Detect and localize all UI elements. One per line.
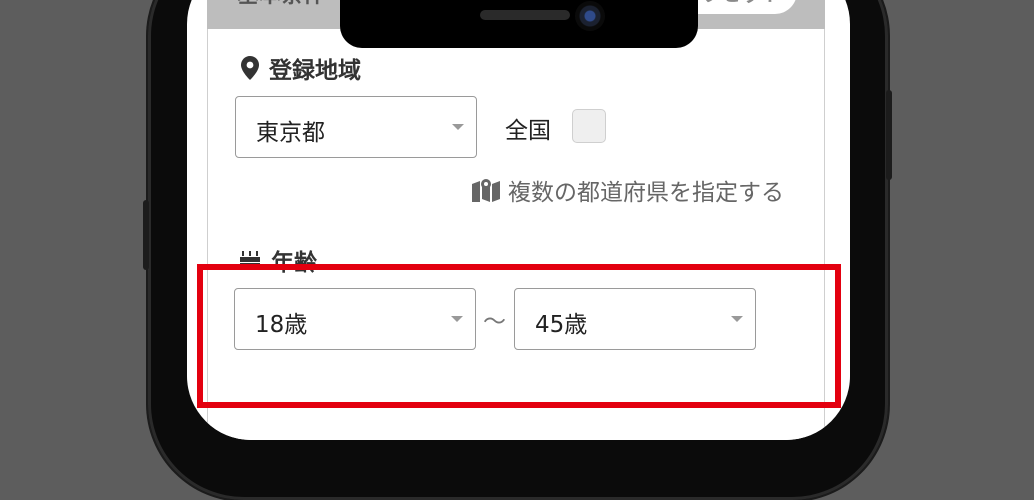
region-section-label: 登録地域 xyxy=(241,51,361,85)
region-label-text: 登録地域 xyxy=(269,58,361,84)
section-header-title: 基本条件 xyxy=(237,0,325,9)
prefecture-select-value: 東京都 xyxy=(256,120,325,146)
map-icon xyxy=(472,179,500,202)
reset-button-label: リセット xyxy=(699,0,783,8)
prefecture-select[interactable]: 東京都 xyxy=(235,96,477,158)
phone-notch xyxy=(340,0,698,48)
age-highlight-box xyxy=(197,264,841,408)
phone-side-button-right xyxy=(886,90,892,180)
multi-prefecture-link[interactable]: 複数の都道府県を指定する xyxy=(472,173,784,207)
chevron-down-icon xyxy=(452,124,464,130)
camera-icon xyxy=(575,1,605,31)
multi-prefecture-link-text: 複数の都道府県を指定する xyxy=(508,180,784,206)
nationwide-checkbox[interactable] xyxy=(572,109,606,143)
nationwide-label: 全国 xyxy=(505,118,551,144)
phone-side-button-left xyxy=(143,200,149,270)
map-pin-icon xyxy=(241,56,259,80)
speaker-grille xyxy=(480,10,570,20)
